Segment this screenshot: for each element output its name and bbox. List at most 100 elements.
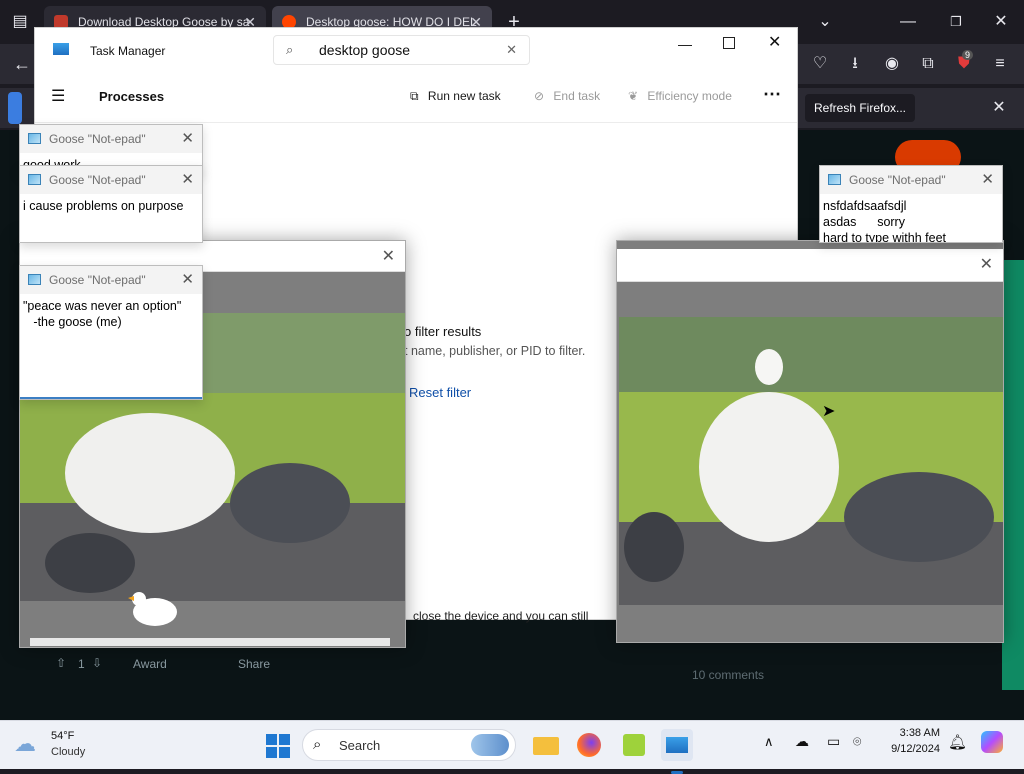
weather-desc[interactable]: Cloudy — [51, 746, 85, 758]
pigeons-shape — [230, 463, 350, 543]
goose-notepad-4[interactable]: Goose "Not-epad" ✕ nsfdafdsaafsdjl asdas… — [819, 165, 1003, 243]
notepad-focus-line — [20, 397, 202, 399]
notepad-app-icon — [828, 174, 841, 185]
command-bar: ☰ Processes ⧉ Run new task ⊘ End task ❦ … — [35, 72, 797, 123]
end-task-button[interactable]: ⊘ End task — [534, 86, 600, 106]
close-icon[interactable]: ✕ — [980, 254, 993, 274]
pigeon-shape — [624, 512, 684, 582]
onedrive-cloud-icon[interactable]: ☁ — [795, 733, 809, 750]
close-icon[interactable]: ✕ — [181, 125, 194, 153]
notepad-text[interactable]: nsfdafdsaafsdjl asdas sorry hard to type… — [823, 198, 999, 242]
efficiency-mode-button[interactable]: ❦ Efficiency mode — [628, 86, 732, 106]
goose-meme-window-right[interactable]: ✕ ➤ — [616, 240, 1004, 643]
goose-head-shape — [132, 592, 146, 606]
close-icon[interactable]: ✕ — [181, 266, 194, 294]
hamburger-menu-icon[interactable]: ☰ — [51, 86, 65, 106]
minimize-icon[interactable]: — — [678, 36, 692, 52]
process-search-box[interactable]: ⌕ desktop goose ✕ — [273, 35, 530, 65]
end-task-label: End task — [553, 89, 601, 103]
close-icon[interactable]: ✕ — [181, 166, 194, 194]
run-new-task-button[interactable]: ⧉ Run new task — [410, 86, 501, 106]
show-hidden-icons-chevron-up-icon[interactable]: ∧ — [764, 734, 774, 750]
page-title: Processes — [99, 89, 165, 104]
close-window-icon[interactable]: ✕ — [987, 8, 1015, 36]
back-arrow-icon[interactable]: ← — [8, 50, 36, 78]
goose-beak-shape — [128, 596, 134, 601]
taskbar-search-box[interactable]: ⌕ Search — [302, 729, 516, 761]
downvote-arrow-icon[interactable]: ⇩ — [92, 656, 102, 670]
empty-state-heading: o filter results — [404, 324, 482, 339]
clear-search-icon[interactable]: ✕ — [506, 36, 517, 64]
notepad-titlebar: Goose "Not-epad" ✕ — [20, 166, 202, 194]
search-input[interactable]: Search — [339, 738, 380, 753]
close-icon[interactable]: ✕ — [981, 166, 994, 194]
notepad-app-icon — [28, 174, 41, 185]
restore-window-icon[interactable]: ❐ — [942, 8, 970, 36]
notepad-titlebar: Goose "Not-epad" ✕ — [820, 166, 1002, 194]
comments-count[interactable]: 10 comments — [692, 668, 764, 682]
notepad-title: Goose "Not-epad" — [849, 173, 946, 187]
scrollbar[interactable] — [30, 638, 390, 646]
firefox-icon[interactable] — [573, 729, 605, 761]
share-button[interactable]: Share — [238, 657, 270, 671]
start-windows-icon[interactable] — [262, 729, 294, 761]
notepad-titlebar: Goose "Not-epad" ✕ — [20, 125, 202, 153]
cloud-weather-icon[interactable]: ☁ — [14, 731, 36, 757]
more-options-icon[interactable]: ⋯ — [763, 84, 781, 105]
close-notification-icon[interactable]: ✕ — [985, 94, 1013, 122]
search-icon: ⌕ — [313, 736, 322, 753]
display-icon[interactable]: ▭ — [827, 733, 840, 750]
copilot-icon[interactable] — [981, 731, 1003, 753]
search-icon: ⌕ — [286, 42, 294, 57]
pigeons-shape — [844, 472, 994, 562]
window-title: Task Manager — [90, 44, 166, 58]
notepad-title: Goose "Not-epad" — [49, 273, 146, 287]
upvote-arrow-icon[interactable]: ⇧ — [56, 656, 66, 670]
task-manager-taskbar-icon[interactable] — [661, 729, 693, 774]
task-manager-app-icon — [53, 43, 69, 55]
notification-bell-icon[interactable]: 🔔︎ — [948, 733, 967, 751]
goose-body-shape — [699, 392, 839, 542]
minimize-window-icon[interactable]: — — [894, 8, 922, 36]
run-task-icon: ⧉ — [410, 89, 419, 103]
goose-notepad-3[interactable]: Goose "Not-epad" ✕ "peace was never an o… — [19, 265, 203, 400]
list-tabs-chevron-down-icon[interactable]: ⌄ — [811, 8, 839, 36]
file-explorer-icon[interactable] — [530, 729, 562, 761]
hamburger-menu-icon[interactable]: ≡ — [986, 50, 1014, 78]
reset-filter-link[interactable]: Reset filter — [409, 385, 471, 400]
end-task-icon: ⊘ — [534, 89, 545, 103]
clock-date[interactable]: 9/12/2024 — [880, 743, 940, 755]
award-button[interactable]: Award — [133, 657, 167, 671]
weather-temp[interactable]: 54°F — [51, 730, 74, 742]
vote-count: 1 — [78, 657, 85, 671]
notepad-text[interactable]: "peace was never an option" -the goose (… — [23, 298, 199, 330]
maximize-icon[interactable] — [723, 37, 735, 49]
extensions-puzzle-icon[interactable]: ⧉ — [914, 50, 942, 78]
search-highlight-icon — [471, 734, 509, 756]
clock-time[interactable]: 3:38 AM — [880, 727, 940, 739]
network-icon[interactable]: ⌾ — [853, 733, 861, 750]
notepad-text[interactable]: i cause problems on purpose — [23, 198, 199, 214]
close-icon[interactable]: ✕ — [382, 246, 395, 266]
refresh-firefox-button[interactable]: Refresh Firefox... — [805, 94, 915, 122]
close-icon[interactable]: ✕ — [768, 32, 781, 52]
search-input[interactable]: desktop goose — [319, 36, 410, 64]
extension-badge: 9 — [962, 50, 974, 60]
meme-window-titlebar: ✕ — [617, 249, 1003, 282]
notepad-taskbar-icon[interactable] — [618, 729, 650, 761]
windows-taskbar: ☁ 54°F Cloudy ⌕ Search ∧ ☁ ▭ ⌾ 3:38 AM 9… — [0, 720, 1024, 774]
notepad-app-icon — [28, 133, 41, 144]
pigeon-shape — [45, 533, 135, 593]
desktop-goose-icon[interactable] — [125, 586, 185, 631]
sidebar-accent — [8, 92, 22, 124]
task-manager-titlebar: Task Manager ⌕ desktop goose ✕ — ✕ — [35, 28, 797, 68]
run-new-task-label: Run new task — [427, 89, 501, 103]
goose-notepad-2[interactable]: Goose "Not-epad" ✕ i cause problems on p… — [19, 165, 203, 243]
pocket-icon[interactable]: ♡ — [806, 50, 834, 78]
account-icon[interactable]: ◉ — [878, 50, 906, 78]
downloads-icon[interactable]: ⭳ — [841, 50, 869, 78]
goose-meme-image — [619, 317, 1003, 605]
notepad-titlebar: Goose "Not-epad" ✕ — [20, 266, 202, 294]
mouse-cursor-icon: ➤ — [822, 403, 836, 420]
tab-overview-icon[interactable]: ▤ — [6, 8, 34, 36]
